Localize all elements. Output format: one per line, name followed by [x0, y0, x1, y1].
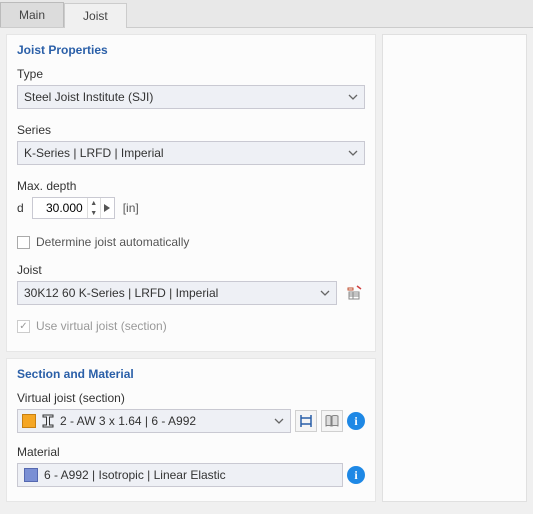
section-tool-button-2[interactable] [321, 410, 343, 432]
step-play-button[interactable] [100, 198, 114, 218]
material-display: 6 - A992 | Isotropic | Linear Elastic [17, 463, 343, 487]
section-info-button[interactable]: i [347, 412, 365, 430]
series-select[interactable]: K-Series | LRFD | Imperial [17, 141, 365, 165]
i-beam-icon [42, 414, 54, 428]
type-label: Type [17, 67, 365, 81]
joist-select[interactable]: 30K12 60 K-Series | LRFD | Imperial [17, 281, 337, 305]
preview-pane [382, 34, 527, 502]
section-profile-icon [298, 413, 314, 429]
tab-main[interactable]: Main [0, 2, 64, 27]
material-label: Material [17, 445, 365, 459]
vj-value: 2 - AW 3 x 1.64 | 6 - A992 [60, 414, 196, 428]
tab-bar: Main Joist [0, 0, 533, 28]
vj-label: Virtual joist (section) [17, 391, 365, 405]
type-select[interactable]: Steel Joist Institute (SJI) [17, 85, 365, 109]
joist-value: 30K12 60 K-Series | LRFD | Imperial [24, 286, 218, 300]
spin-down-button[interactable]: ▼ [88, 208, 100, 218]
virtual-checkbox [17, 320, 30, 333]
material-color-swatch [24, 468, 38, 482]
virtual-joist-select[interactable]: 2 - AW 3 x 1.64 | 6 - A992 [17, 409, 291, 433]
depth-input[interactable] [33, 198, 87, 218]
chevron-down-icon [274, 418, 284, 424]
chevron-down-icon [320, 290, 330, 296]
section-material-panel: Section and Material Virtual joist (sect… [6, 358, 376, 502]
depth-unit: [in] [123, 201, 139, 215]
auto-checkbox[interactable] [17, 236, 30, 249]
max-depth-label: Max. depth [17, 179, 365, 193]
material-info-button[interactable]: i [347, 466, 365, 484]
joist-label: Joist [17, 263, 365, 277]
depth-input-wrapper: ▲ ▼ [32, 197, 115, 219]
panel-title: Joist Properties [17, 43, 365, 57]
joist-properties-panel: Joist Properties Type Steel Joist Instit… [6, 34, 376, 352]
chevron-down-icon [348, 150, 358, 156]
library-icon [346, 285, 362, 301]
joist-library-button[interactable] [343, 282, 365, 304]
auto-label: Determine joist automatically [36, 235, 189, 249]
section-color-swatch [22, 414, 36, 428]
series-label: Series [17, 123, 365, 137]
type-value: Steel Joist Institute (SJI) [24, 90, 153, 104]
chevron-down-icon [348, 94, 358, 100]
book-icon [324, 413, 340, 429]
section-tool-button-1[interactable] [295, 410, 317, 432]
d-label: d [17, 201, 24, 215]
series-value: K-Series | LRFD | Imperial [24, 146, 164, 160]
tab-joist[interactable]: Joist [64, 3, 127, 28]
virtual-label: Use virtual joist (section) [36, 319, 167, 333]
material-value: 6 - A992 | Isotropic | Linear Elastic [44, 468, 226, 482]
panel-title: Section and Material [17, 367, 365, 381]
spin-up-button[interactable]: ▲ [88, 198, 100, 208]
